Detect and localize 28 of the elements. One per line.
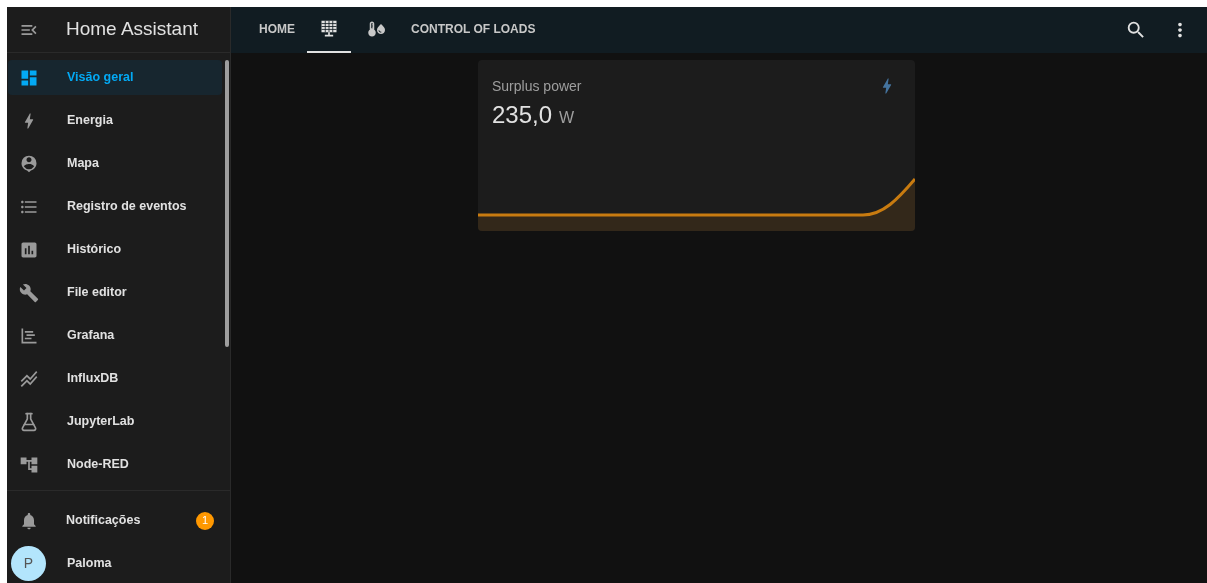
person-pin-icon — [19, 153, 39, 174]
search-icon[interactable] — [1125, 19, 1147, 41]
solar-panel-icon — [319, 19, 339, 39]
line-chart-icon — [19, 368, 39, 389]
flask-icon — [19, 411, 39, 432]
tab[interactable]: HOME — [247, 7, 307, 53]
unit-label: W — [559, 108, 575, 128]
sidebar-item[interactable]: Histórico — [8, 232, 222, 267]
app-title: Home Assistant — [66, 17, 198, 42]
sidebar-item[interactable]: File editor — [8, 275, 222, 310]
user-avatar: P — [11, 546, 46, 581]
notifications-item[interactable]: Notificações 1 — [7, 503, 230, 538]
notification-count: 1 — [196, 511, 214, 530]
sidebar-item[interactable]: Visão geral — [8, 60, 222, 95]
bell-icon — [19, 510, 39, 531]
sidebar-item[interactable]: Node-RED — [8, 447, 222, 482]
scrollbar[interactable] — [225, 60, 229, 347]
sidebar-item[interactable]: Energia — [8, 103, 222, 138]
tab[interactable]: CONTROL OF LOADS — [399, 7, 548, 53]
user-item[interactable]: P Paloma — [7, 546, 230, 581]
sidebar-item[interactable]: Mapa — [8, 146, 222, 181]
card-title: Surplus power — [492, 77, 582, 96]
sensor-value: 235,0 — [492, 100, 553, 130]
wrench-icon — [19, 282, 39, 303]
sidebar-item[interactable]: JupyterLab — [8, 404, 222, 439]
sidebar-item[interactable]: InfluxDB — [8, 361, 222, 396]
sidebar-item[interactable]: Registro de eventos — [8, 189, 222, 224]
sidebar-item[interactable]: Grafana — [8, 318, 222, 353]
